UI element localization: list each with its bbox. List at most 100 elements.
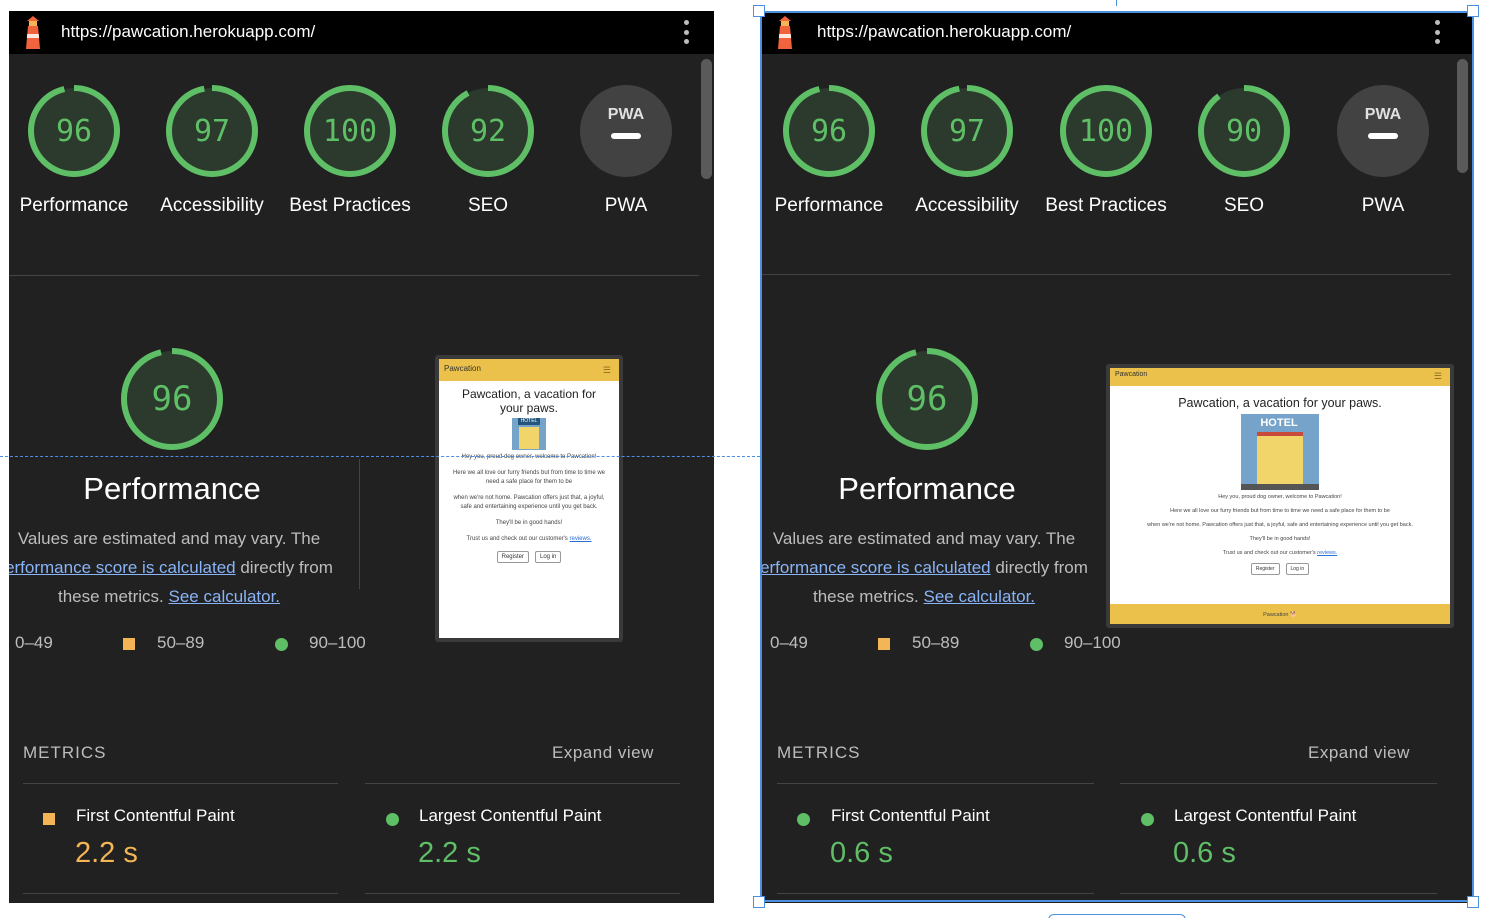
metric-lcp-value: 0.6 s <box>1173 837 1236 869</box>
average-square-icon <box>123 638 135 650</box>
metric-divider <box>365 783 680 784</box>
gauge-label: Performance <box>774 195 884 216</box>
gauge-best-practices[interactable]: 100 Best Practices <box>285 83 415 220</box>
report-topbar: https://pawcation.herokuapp.com/ <box>761 11 1472 54</box>
legend-fail: 0–49 <box>15 633 53 652</box>
page-url[interactable]: https://pawcation.herokuapp.com/ <box>61 22 315 42</box>
bottom-handle-tab[interactable] <box>1048 914 1186 918</box>
gauge-best-practices[interactable]: 100 Best Practices <box>1041 83 1171 220</box>
screenshot-heading: Pawcation, a vacation for your paws. <box>1178 396 1382 410</box>
metric-divider <box>365 893 680 894</box>
performance-score-gauge: 96 <box>121 348 223 450</box>
resize-handle-top-left[interactable] <box>753 5 765 17</box>
pass-circle-icon <box>386 813 399 826</box>
gauge-performance[interactable]: 96 Performance <box>764 83 894 220</box>
score-ring: 90 <box>1198 85 1290 177</box>
gauge-label: PWA <box>604 195 648 216</box>
performance-title: Performance <box>838 471 1016 506</box>
section-divider <box>761 274 1451 275</box>
gauge-accessibility[interactable]: 97 Accessibility <box>147 83 277 220</box>
category-gauges: 96 Performance 97 Accessibility 100 Best… <box>9 83 699 283</box>
gauge-pwa[interactable]: PWA PWA <box>1318 83 1448 220</box>
screenshot-footer: Pawcation 🐕 <box>1110 604 1450 624</box>
see-calculator-link[interactable]: See calculator. <box>169 587 281 606</box>
score-ring: 97 <box>921 85 1013 177</box>
score-value: 96 <box>56 114 92 149</box>
final-screenshot-desktop[interactable]: Pawcation ☰ Pawcation, a vacation for you… <box>1106 364 1454 628</box>
metric-divider <box>777 893 1094 894</box>
screenshot-register: Register <box>496 551 529 563</box>
pwa-badge: PWA <box>1337 85 1429 177</box>
score-calculated-link[interactable]: erformance score is calculated <box>761 558 991 577</box>
legend-average: 50–89 <box>878 633 959 653</box>
gauge-performance[interactable]: 96 Performance <box>9 83 139 220</box>
screenshot-text: when we're not home. Pawcation offers ju… <box>1147 522 1413 528</box>
screenshot-text: Trust us and check out our customer's re… <box>466 536 592 542</box>
metric-divider <box>1120 893 1437 894</box>
gauge-seo[interactable]: 90 SEO <box>1179 83 1309 220</box>
resize-handle-top-right[interactable] <box>1467 5 1479 17</box>
resize-handle-bottom-right[interactable] <box>1467 896 1479 908</box>
hamburger-icon: ☰ <box>602 365 611 375</box>
metric-lcp-label: Largest Contentful Paint <box>1174 806 1357 825</box>
legend-pass: 90–100 <box>275 633 366 653</box>
score-ring: 100 <box>1060 85 1152 177</box>
metric-divider <box>23 893 338 894</box>
screenshot-text: They'll be in good hands! <box>1249 536 1311 542</box>
screenshot-text: Trust us and check out our customer's re… <box>1222 550 1338 556</box>
gauge-seo[interactable]: 92 SEO <box>423 83 553 220</box>
gauge-label: SEO <box>1223 195 1265 216</box>
score-value: 97 <box>194 114 230 149</box>
pwa-badge: PWA <box>580 85 672 177</box>
screenshot-register: Register <box>1250 563 1280 575</box>
performance-score: 96 <box>152 379 193 419</box>
expand-view-toggle[interactable]: Expand view <box>1308 743 1410 763</box>
screenshot-login: Log in <box>1285 563 1310 575</box>
more-options-icon[interactable] <box>684 20 690 44</box>
score-ring: 92 <box>442 85 534 177</box>
layout-guide <box>359 459 360 589</box>
see-calculator-link[interactable]: See calculator. <box>924 587 1036 606</box>
legend-fail: 0–49 <box>770 633 808 652</box>
metrics-heading: METRICS <box>23 743 107 762</box>
screenshot-text: Hey you, proud dog owner, welcome to Paw… <box>1218 494 1342 500</box>
screenshot-text: Hey you, proud dog owner, welcome to Paw… <box>461 454 597 460</box>
lighthouse-report-desktop: https://pawcation.herokuapp.com/ 96 Perf… <box>761 11 1472 903</box>
pwa-badge-text: PWA <box>608 106 645 123</box>
metric-fcp-value: 0.6 s <box>830 837 893 869</box>
page-url[interactable]: https://pawcation.herokuapp.com/ <box>817 22 1071 42</box>
section-divider <box>9 275 699 276</box>
expand-view-toggle[interactable]: Expand view <box>552 743 654 763</box>
hotel-illustration: HOTEL <box>512 418 546 450</box>
legend-average: 50–89 <box>123 633 204 653</box>
performance-description: Values are estimated and may vary. The e… <box>9 524 349 611</box>
performance-title: Performance <box>83 471 261 506</box>
scrollbar[interactable] <box>1457 59 1468 173</box>
score-ring: 100 <box>304 85 396 177</box>
more-options-icon[interactable] <box>1435 20 1441 44</box>
resize-handle-bottom-left[interactable] <box>753 896 765 908</box>
score-calculated-link[interactable]: erformance score is calculated <box>9 558 236 577</box>
performance-score-gauge: 96 <box>876 348 978 450</box>
gauge-accessibility[interactable]: 97 Accessibility <box>902 83 1032 220</box>
alignment-guide <box>0 456 760 457</box>
score-value: 90 <box>1226 114 1262 149</box>
pass-circle-icon <box>1141 813 1154 826</box>
screenshot-text: when we're not home. Pawcation offers ju… <box>453 495 605 510</box>
gauge-pwa[interactable]: PWA PWA <box>561 83 691 220</box>
pwa-badge-text: PWA <box>1365 106 1402 123</box>
screenshot-brand: Pawcation <box>444 364 481 373</box>
gauge-label: Accessibility <box>160 195 264 216</box>
pass-circle-icon <box>1030 638 1043 651</box>
pass-circle-icon <box>797 813 810 826</box>
gauge-label: Performance <box>19 195 129 216</box>
average-square-icon <box>878 638 890 650</box>
pass-circle-icon <box>275 638 288 651</box>
gauge-label: Best Practices <box>1045 195 1167 216</box>
metric-lcp-label: Largest Contentful Paint <box>419 806 602 825</box>
alignment-tick <box>1116 0 1117 6</box>
final-screenshot-mobile[interactable]: Pawcation ☰ Pawcation, a vacation for you… <box>435 355 623 642</box>
gauge-label: PWA <box>1361 195 1405 216</box>
scrollbar[interactable] <box>701 59 712 179</box>
metric-fcp-value: 2.2 s <box>75 837 138 869</box>
